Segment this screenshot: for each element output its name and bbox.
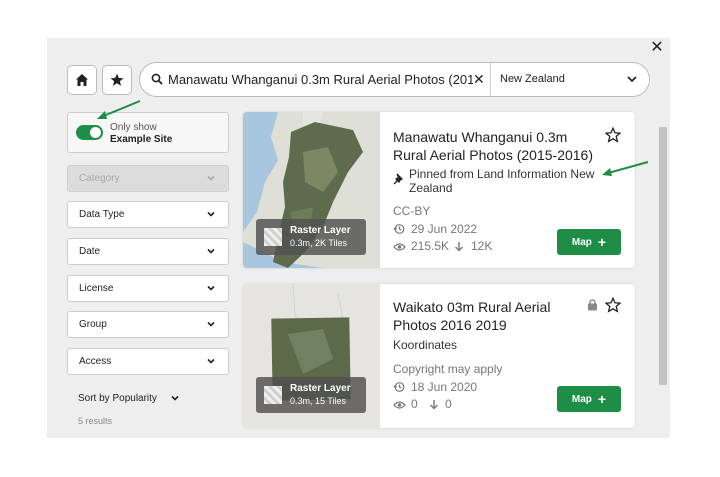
map-button-label: Map [571,236,592,248]
download-icon [455,242,463,252]
chevron-down-icon [207,285,215,291]
result-card[interactable]: Raster Layer 0.3m, 2K Tiles Manawatu Wha… [243,112,635,268]
chevron-down-icon [207,358,215,364]
scrollbar-thumb[interactable] [659,127,667,385]
license: CC-BY [393,204,431,218]
filter-label: Category [79,173,120,184]
filter-label: Data Type [79,209,125,220]
eye-icon [393,243,406,251]
toggle-label-line1: Only show [110,122,157,133]
region-select[interactable]: New Zealand [500,73,565,85]
chevron-down-icon[interactable] [625,72,639,86]
filter-access[interactable]: Access [67,348,229,375]
updated-date: 29 Jun 2022 [411,222,478,236]
sort-select[interactable]: Sort by Popularity [78,393,157,404]
layer-badge: Raster Layer 0.3m, 2K Tiles [256,219,366,255]
example-site-toggle-box[interactable]: Only show Example Site [67,112,229,153]
plus-icon: + [597,391,607,407]
close-icon[interactable]: ✕ [650,40,664,56]
download-count: 12K [471,239,493,253]
card-title[interactable]: Waikato 03m Rural Aerial Photos 2016 201… [393,298,578,334]
star-outline-icon[interactable] [605,127,621,143]
raster-grid-icon [264,228,282,246]
filter-group[interactable]: Group [67,311,229,338]
search-icon [151,73,163,85]
filter-date[interactable]: Date [67,238,229,265]
search-input[interactable]: Manawatu Whanganui 0.3m Rural Aerial Pho… [168,72,473,87]
plus-icon: + [597,234,607,250]
chevron-down-icon [207,248,215,254]
chevron-down-icon[interactable] [170,393,180,403]
chevron-down-icon [207,211,215,217]
results-count: 5 results [78,416,113,426]
search-divider [490,63,491,96]
view-count: 215.5K [411,239,450,253]
filter-license[interactable]: License [67,275,229,302]
star-icon [110,73,124,86]
badge-detail: 0.3m, 15 Tiles [290,396,347,406]
publisher: Koordinates [393,338,458,352]
clear-search-icon[interactable]: ✕ [473,71,485,88]
badge-type: Raster Layer [290,383,351,394]
view-count: 0 [411,397,418,411]
badge-detail: 0.3m, 2K Tiles [290,238,348,248]
badge-type: Raster Layer [290,225,351,236]
annotation-arrow-icon [602,161,649,176]
annotation-arrow-icon [97,100,141,119]
pinned-source: Pinned from Land Information New Zealand [409,167,595,195]
history-icon [393,224,405,234]
filter-label: Date [79,246,101,257]
filter-category: Category [67,165,229,192]
switch-knob [90,127,101,138]
chevron-down-icon [207,175,215,181]
updated-date: 18 Jun 2020 [411,380,478,394]
example-site-switch[interactable] [76,125,103,140]
filter-label: License [79,283,114,294]
download-count: 0 [445,397,452,411]
map-button[interactable]: Map + [557,229,621,255]
map-button[interactable]: Map + [557,386,621,412]
license: Copyright may apply [393,362,503,376]
star-outline-icon[interactable] [605,297,621,313]
home-button[interactable] [67,65,97,95]
card-title[interactable]: Manawatu Whanganui 0.3m Rural Aerial Pho… [393,128,598,164]
lock-icon [588,299,597,311]
download-icon [430,400,438,410]
chevron-down-icon [207,321,215,327]
home-icon [76,74,88,86]
map-button-label: Map [571,393,592,405]
favorites-button[interactable] [102,65,132,95]
search-bar[interactable]: Manawatu Whanganui 0.3m Rural Aerial Pho… [139,62,650,97]
pin-icon [393,173,404,185]
filter-label: Access [79,356,112,367]
layer-badge: Raster Layer 0.3m, 15 Tiles [256,377,366,413]
eye-icon [393,401,406,409]
filter-data-type[interactable]: Data Type [67,201,229,228]
filter-label: Group [79,319,107,330]
history-icon [393,382,405,392]
raster-grid-icon [264,386,282,404]
result-card[interactable]: Raster Layer 0.3m, 15 Tiles Waikato 03m … [243,284,635,428]
toggle-label-line2: Example Site [110,134,173,145]
